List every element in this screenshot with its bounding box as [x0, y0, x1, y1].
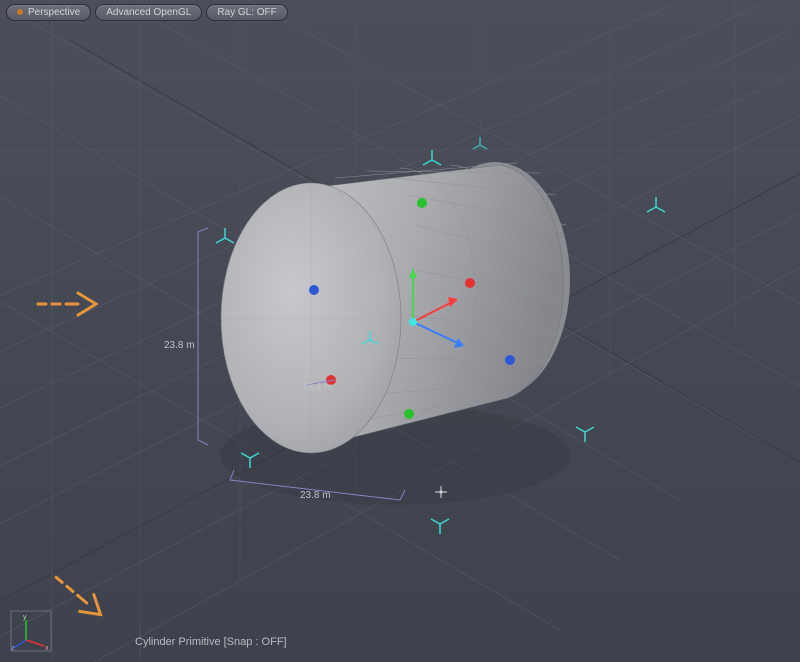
axis-z-label: z	[11, 645, 15, 652]
view-perspective-button[interactable]: Perspective	[6, 4, 91, 21]
status-text: Cylinder Primitive [Snap : OFF]	[135, 636, 287, 648]
annotation-arrow-icon	[46, 564, 121, 624]
cylinder-primitive[interactable]	[221, 162, 570, 453]
annotation-arrow-icon	[34, 284, 109, 324]
viewport-topbar: Perspective Advanced OpenGL Ray GL: OFF	[6, 4, 288, 21]
axis-y-label: y	[23, 614, 27, 621]
3d-viewport[interactable]: 23.8 m 23.8 m 23.1 m	[0, 0, 800, 662]
scale-handle-x-neg[interactable]	[326, 375, 336, 385]
axis-orientation-widget[interactable]: x y z	[10, 610, 52, 652]
ray-gl-toggle-button[interactable]: Ray GL: OFF	[206, 4, 287, 21]
scale-handle-y-neg[interactable]	[404, 409, 414, 419]
scale-handle-y-pos[interactable]	[417, 198, 427, 208]
scale-handle-x-pos[interactable]	[465, 278, 475, 288]
scene	[0, 0, 800, 662]
scale-handle-z-neg[interactable]	[309, 285, 319, 295]
shading-mode-button[interactable]: Advanced OpenGL	[95, 4, 202, 21]
scale-handle-z-pos[interactable]	[505, 355, 515, 365]
axis-x-label: x	[45, 645, 49, 652]
